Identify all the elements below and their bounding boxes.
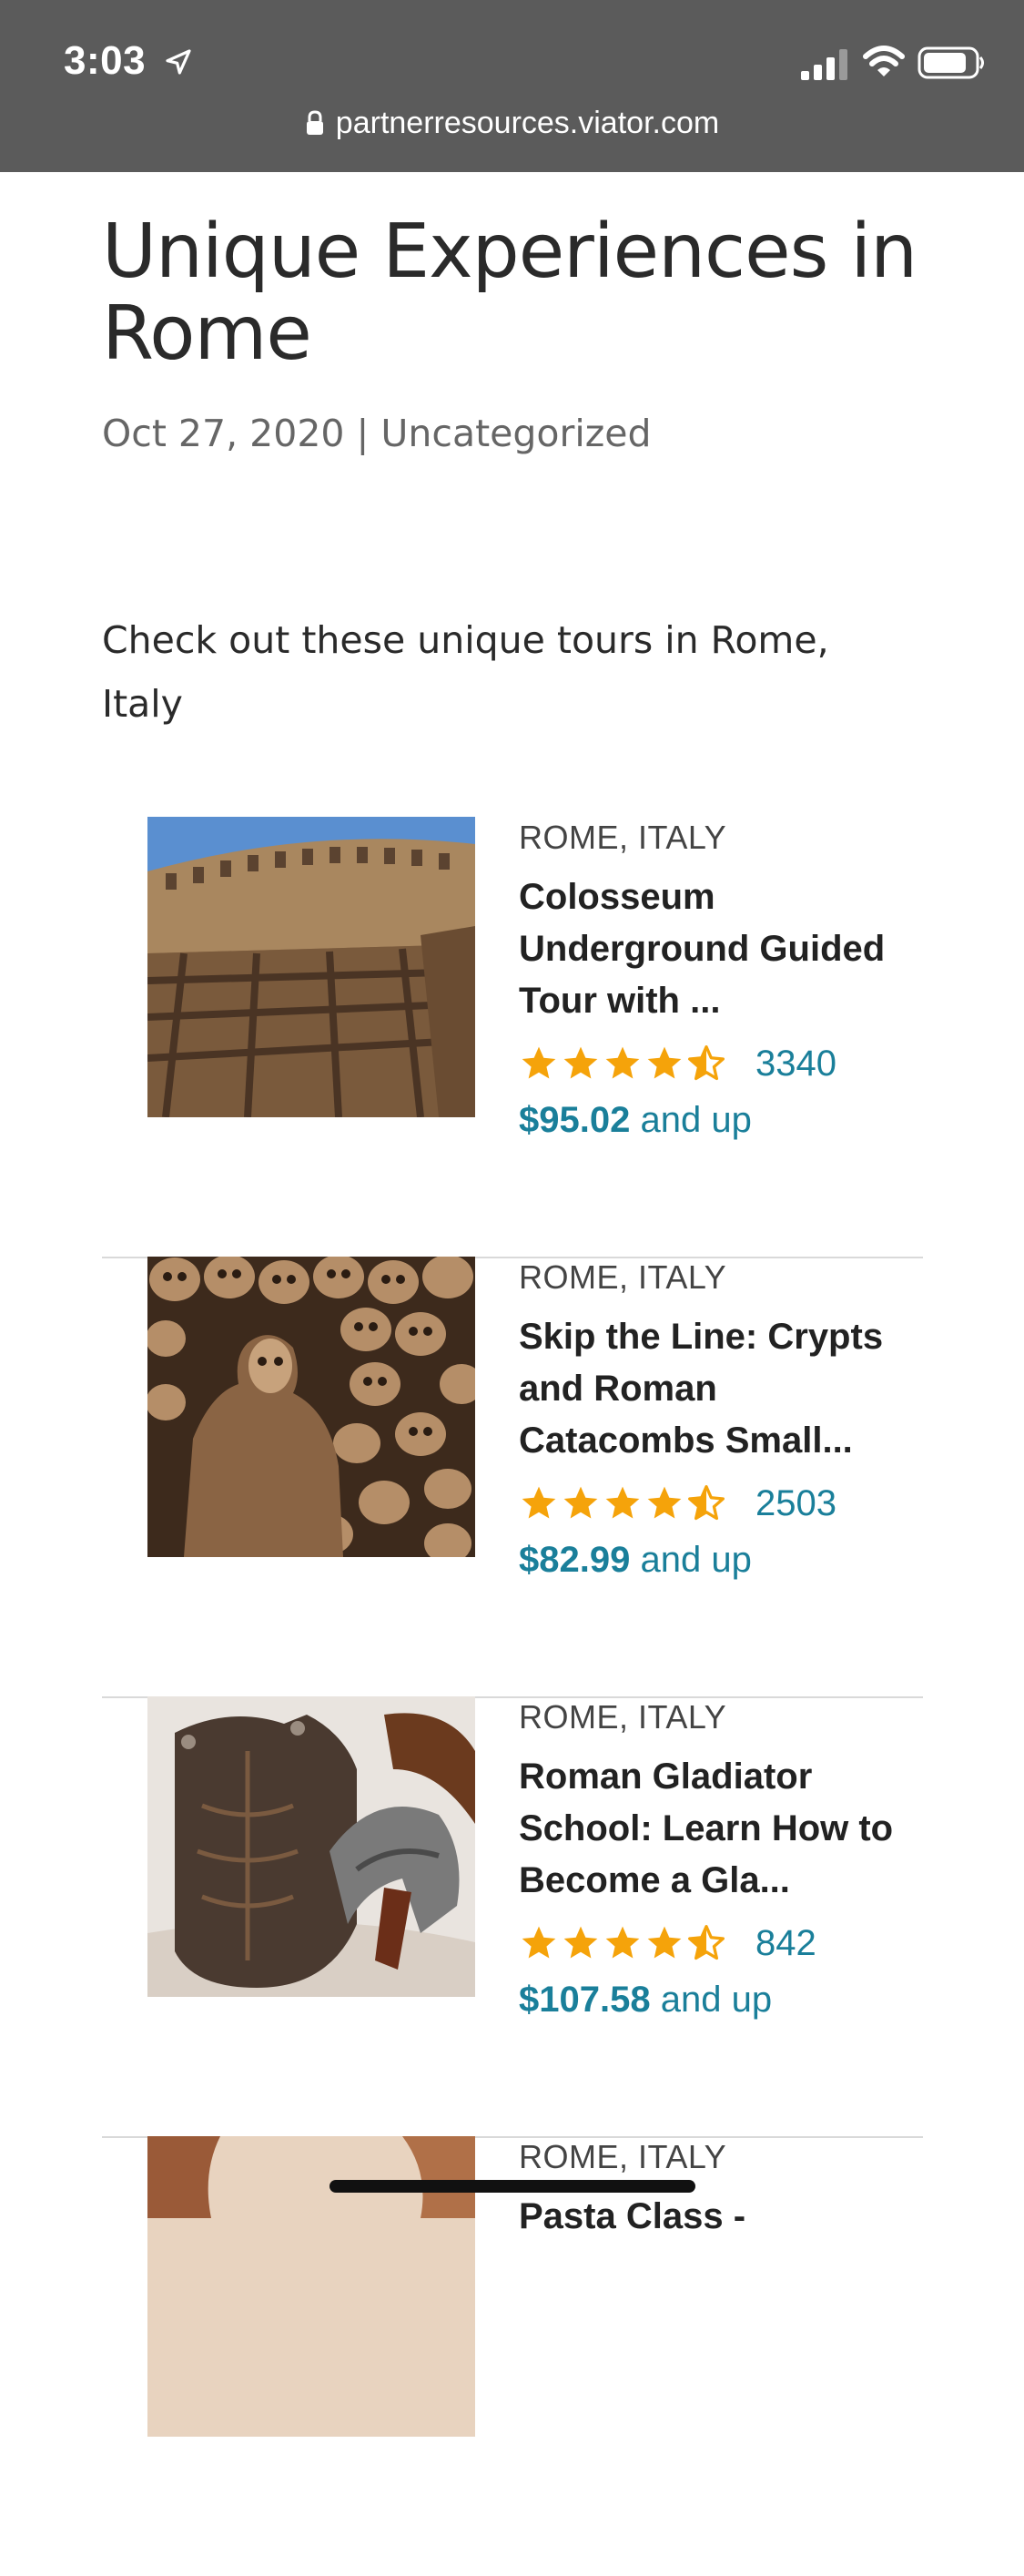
product-card[interactable]: ROME, ITALY Pasta Class - [102,2136,923,2576]
review-count[interactable]: 3340 [755,1044,836,1084]
intro-text: Check out these unique tours in Rome, It… [102,618,829,726]
product-rating: 842 [519,1918,919,1969]
url-text: partnerresources.viator.com [335,106,720,140]
product-location: ROME, ITALY [519,1698,727,1736]
half-star-icon [688,1045,725,1081]
post-date: Oct 27, 2020 [102,412,345,455]
star-icon [647,1486,682,1519]
review-count[interactable]: 842 [755,1923,816,1964]
product-price: $82.99 and up [519,1540,919,1581]
half-star-icon [688,1485,725,1521]
product-card[interactable]: ROME, ITALY Roman Gladiator School: Lear… [102,1696,923,2138]
product-info: ROME, ITALY Pasta Class - [519,2136,919,2347]
product-card[interactable]: ROME, ITALY Skip the Line: Crypts and Ro… [102,1257,923,1698]
star-icon [563,1046,598,1079]
colosseum-photo[interactable] [147,817,475,1117]
star-icon [522,1486,556,1519]
home-indicator[interactable] [330,2180,695,2193]
star-icon [647,1046,682,1079]
product-info: ROME, ITALY Roman Gladiator School: Lear… [519,1696,919,2021]
product-rating: 2503 [519,1478,919,1529]
star-rating [519,1483,728,1523]
status-time: 3:03 [64,38,147,83]
page-title: Unique Experiences in Rome [102,209,918,377]
star-icon [522,1926,556,1959]
skull-crypt-photo[interactable] [147,1257,475,1557]
product-price: $95.02 and up [519,1100,919,1141]
battery-icon [918,46,984,79]
post-meta: Oct 27, 2020 | Uncategorized [102,412,652,455]
product-location: ROME, ITALY [519,819,727,856]
browser-chrome: 3:03 partnerresources.viator.com [0,0,1024,172]
location-arrow-icon [166,49,191,75]
price-suffix: and up [640,1540,752,1580]
star-icon [605,1926,640,1959]
product-rating: 3340 [519,1038,919,1089]
product-title-link[interactable]: Roman Gladiator School: Learn How to Bec… [519,1751,919,1907]
price-amount: $82.99 [519,1540,631,1580]
review-count[interactable]: 2503 [755,1483,836,1524]
star-icon [522,1046,556,1079]
lock-icon [306,110,323,135]
product-price: $107.58 and up [519,1980,919,2021]
price-suffix: and up [640,1100,752,1140]
product-location: ROME, ITALY [519,2138,727,2175]
meta-separator: | [356,412,370,455]
signal-icon [801,49,847,80]
price-suffix: and up [660,1980,773,2020]
star-icon [563,1486,598,1519]
star-icon [647,1926,682,1959]
post-category-link[interactable]: Uncategorized [380,412,651,455]
star-icon [605,1486,640,1519]
address-bar[interactable]: partnerresources.viator.com [0,106,1024,141]
star-rating [519,1044,728,1084]
product-title-link[interactable]: Colosseum Underground Guided Tour with .… [519,871,919,1027]
product-location: ROME, ITALY [519,1258,727,1296]
star-rating [519,1923,728,1963]
product-info: ROME, ITALY Skip the Line: Crypts and Ro… [519,1257,919,1581]
price-amount: $107.58 [519,1980,651,2020]
product-title-link[interactable]: Pasta Class - [519,2191,919,2347]
product-title-link[interactable]: Skip the Line: Crypts and Roman Catacomb… [519,1311,919,1467]
half-star-icon [688,1925,725,1960]
price-amount: $95.02 [519,1100,631,1140]
star-icon [563,1926,598,1959]
wifi-icon [863,46,905,76]
product-card[interactable]: ROME, ITALY Colosseum Underground Guided… [102,817,923,1258]
product-info: ROME, ITALY Colosseum Underground Guided… [519,817,919,1141]
gladiator-armor-photo[interactable] [147,1696,475,1997]
star-icon [605,1046,640,1079]
